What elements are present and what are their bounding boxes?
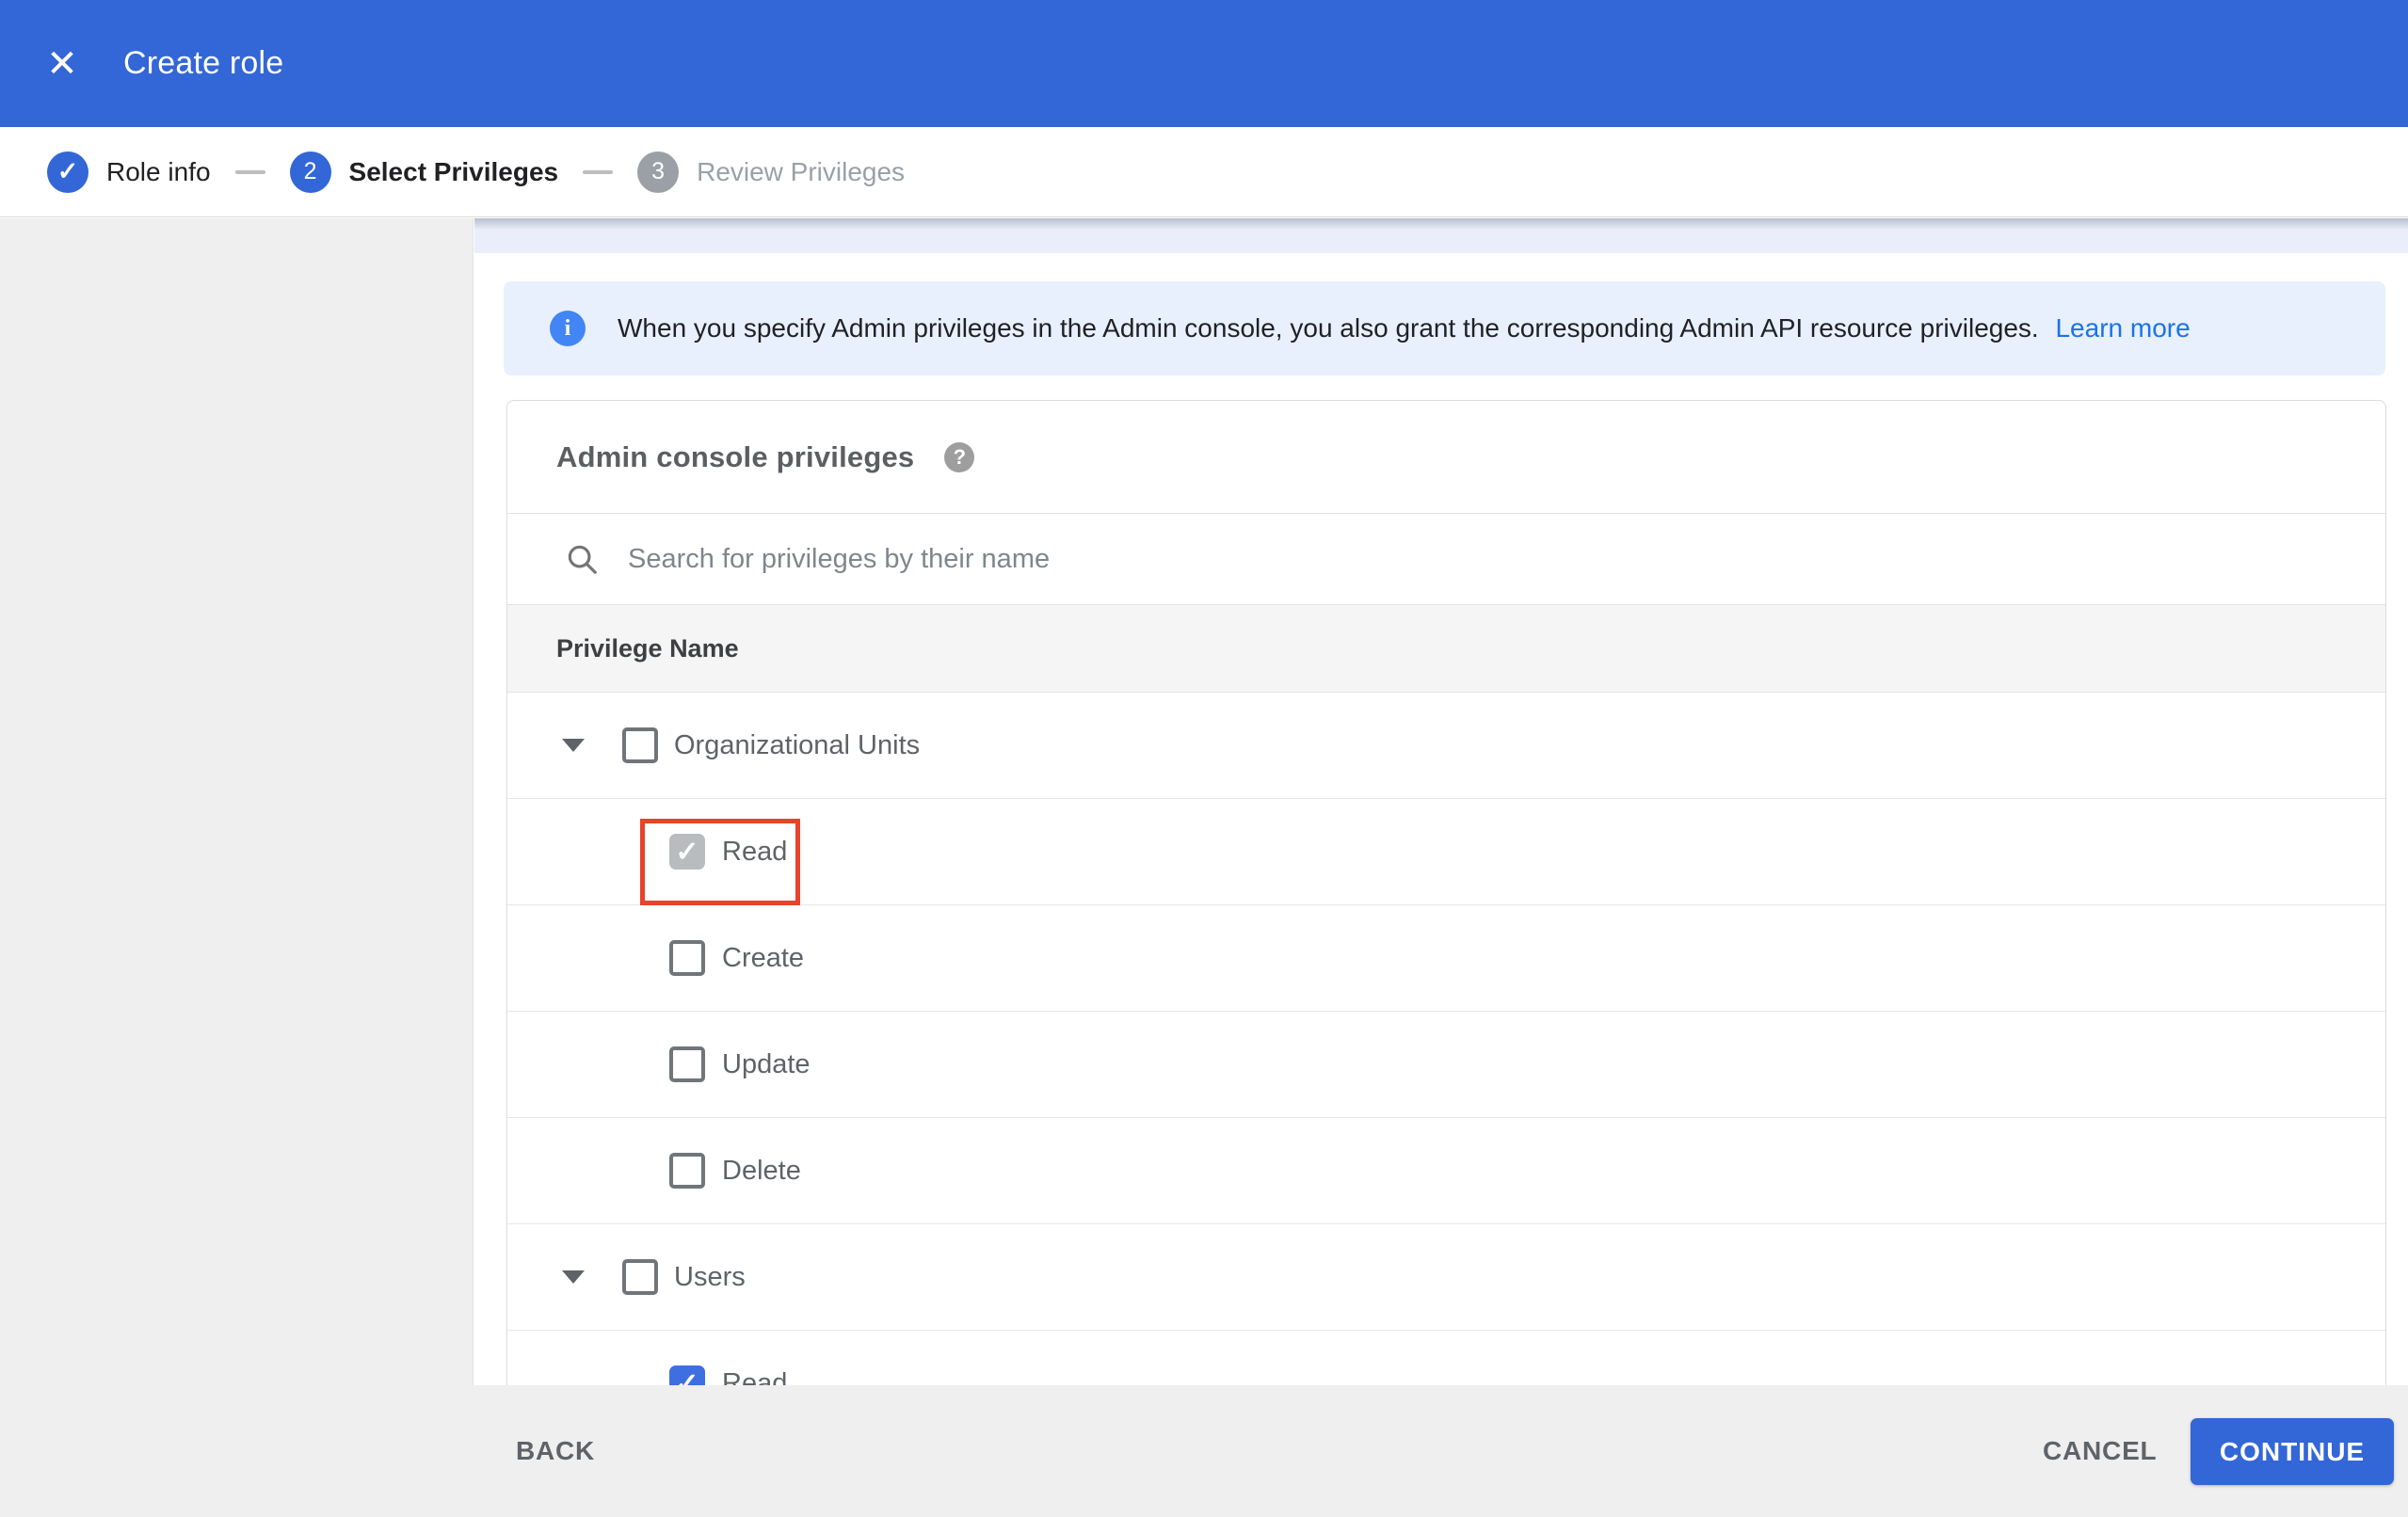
- close-icon[interactable]: ✕: [34, 36, 90, 92]
- step-1-label: Role info: [106, 156, 211, 186]
- content-pane: i When you specify Admin privileges in t…: [474, 218, 2408, 1385]
- check-icon: ✓: [675, 1367, 699, 1386]
- collapse-arrow-icon[interactable]: [562, 739, 585, 752]
- cancel-button[interactable]: CANCEL: [2043, 1385, 2157, 1517]
- table-row: Delete: [507, 1118, 2385, 1224]
- privileges-card: Admin console privileges ? Privilege Nam…: [506, 400, 2386, 1385]
- step-3-label: Review Privileges: [697, 156, 906, 186]
- step-1-complete-circle: ✓: [47, 151, 88, 193]
- card-header: Admin console privileges ?: [507, 401, 2385, 514]
- learn-more-link[interactable]: Learn more: [2055, 313, 2190, 343]
- step-select-privileges[interactable]: 2 Select Privileges: [289, 151, 559, 193]
- checkbox-users[interactable]: [622, 1259, 658, 1295]
- step-separator: [234, 169, 265, 174]
- checkbox-delete[interactable]: [669, 1153, 705, 1189]
- privilege-label: Update: [722, 1048, 811, 1079]
- continue-button[interactable]: CONTINUE: [2191, 1418, 2394, 1485]
- table-row: Update: [507, 1012, 2385, 1118]
- left-panel: [0, 218, 474, 1385]
- search-input[interactable]: [628, 543, 1758, 575]
- step-3-circle: 3: [637, 151, 680, 193]
- table-row: Organizational Units: [507, 693, 2385, 799]
- help-icon[interactable]: ?: [944, 441, 975, 472]
- stepper: ✓ Role info 2 Select Privileges 3 Review…: [0, 127, 2408, 217]
- dialog-header: ✕ Create role: [0, 0, 2408, 127]
- check-icon: ✓: [675, 836, 699, 868]
- check-icon: ✓: [56, 157, 79, 185]
- privilege-label: Read: [722, 836, 788, 867]
- checkbox-update[interactable]: [669, 1046, 705, 1082]
- search-row: [507, 514, 2385, 604]
- step-separator: [583, 169, 614, 174]
- info-icon: i: [550, 311, 586, 346]
- table-row: Create: [507, 905, 2385, 1012]
- checkbox-read-users[interactable]: ✓: [669, 1365, 705, 1385]
- step-role-info[interactable]: ✓ Role info: [47, 151, 211, 193]
- search-icon: [568, 545, 597, 574]
- step-review-privileges[interactable]: 3 Review Privileges: [637, 151, 906, 193]
- scrolled-content-strip: [474, 218, 2408, 253]
- info-banner: i When you specify Admin privileges in t…: [504, 281, 2385, 375]
- step-2-circle: 2: [289, 151, 331, 193]
- page-title: Create role: [123, 45, 284, 81]
- step-2-label: Select Privileges: [348, 156, 559, 186]
- back-button[interactable]: BACK: [516, 1385, 595, 1517]
- privilege-label: Create: [722, 942, 805, 973]
- card-title: Admin console privileges: [556, 439, 915, 473]
- privilege-label: Read: [722, 1367, 788, 1386]
- table-header: Privilege Name: [507, 604, 2385, 693]
- privilege-label: Users: [674, 1261, 746, 1292]
- table-row: ✓ Read: [507, 799, 2385, 905]
- banner-text: When you specify Admin privileges in the…: [618, 313, 2191, 343]
- checkbox-read-org-units[interactable]: ✓: [669, 834, 705, 870]
- column-header-privilege-name: Privilege Name: [556, 633, 739, 663]
- privilege-label: Delete: [722, 1155, 801, 1186]
- create-role-dialog: ✕ Create role ✓ Role info 2 Select Privi…: [0, 0, 2408, 1517]
- footer-bar: BACK CANCEL CONTINUE: [0, 1385, 2408, 1517]
- privilege-label: Organizational Units: [674, 729, 921, 760]
- table-row: Users: [507, 1224, 2385, 1331]
- checkbox-create[interactable]: [669, 940, 705, 976]
- table-row: ✓ Read: [507, 1331, 2385, 1385]
- banner-message: When you specify Admin privileges in the…: [618, 313, 2039, 343]
- collapse-arrow-icon[interactable]: [562, 1270, 585, 1284]
- checkbox-organizational-units[interactable]: [622, 727, 658, 763]
